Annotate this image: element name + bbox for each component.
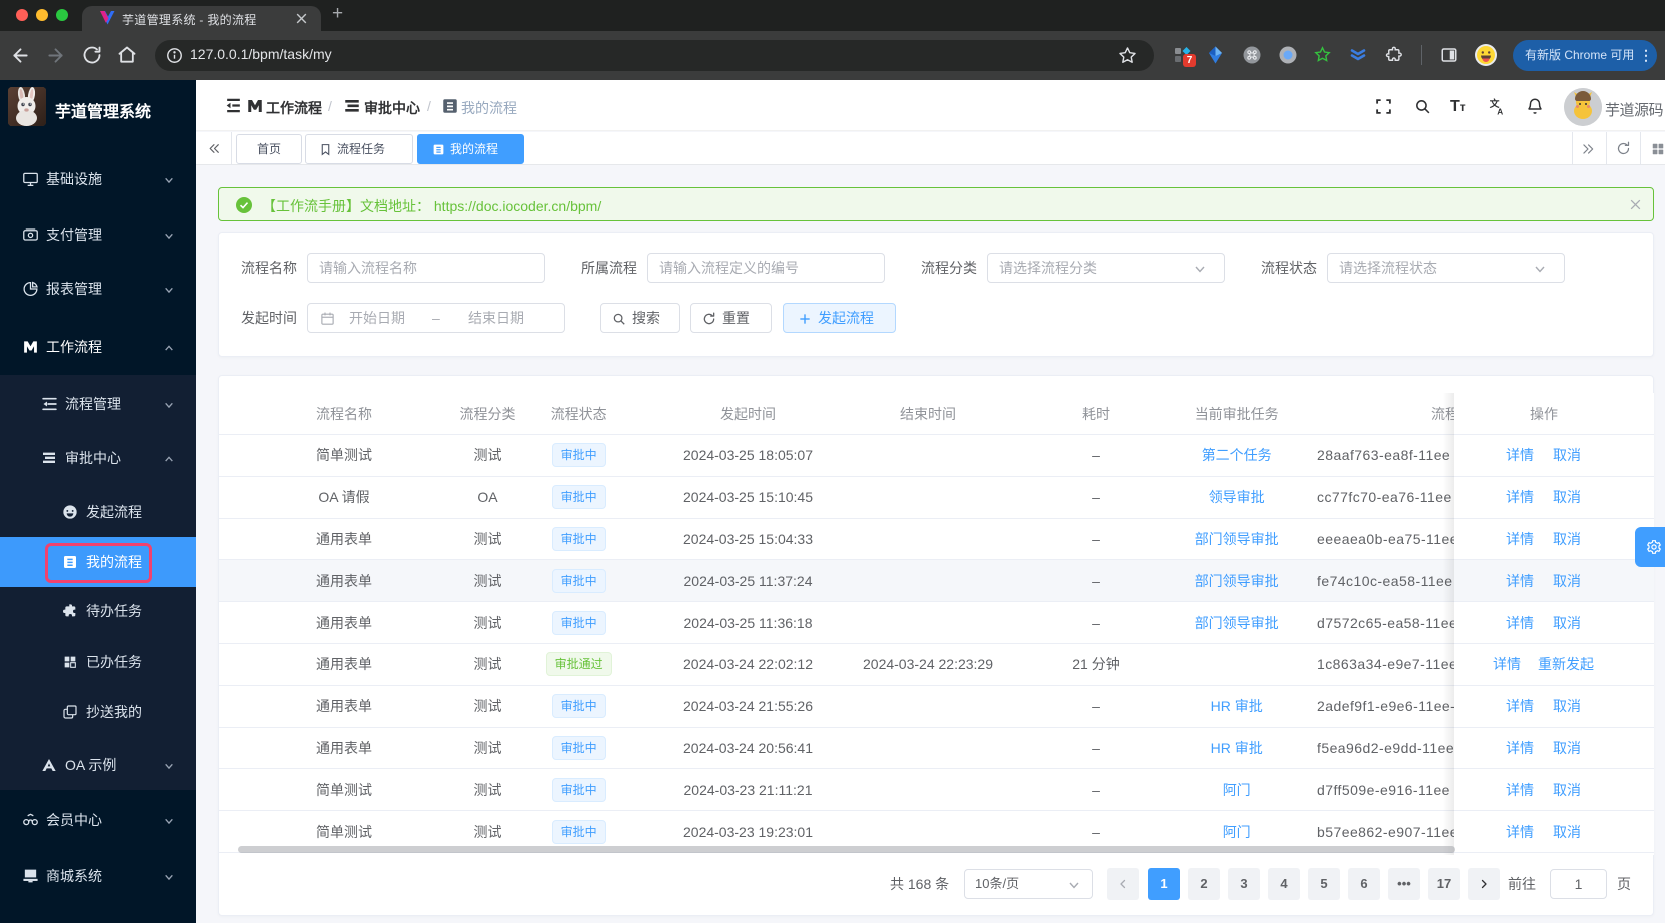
- svg-text:A: A: [1497, 108, 1503, 117]
